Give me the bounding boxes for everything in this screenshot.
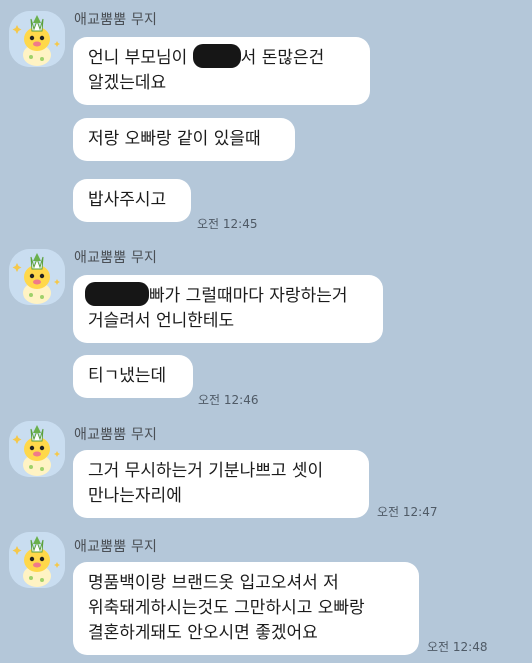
sender-name: 애교뿜뿜 무지 <box>74 12 158 28</box>
message-bubble[interactable]: 그거 무시하는거 기분나쁘고 셋이 만나는자리에 <box>73 450 369 518</box>
message-text: 밥사주시고 <box>88 190 167 210</box>
message-line: 알겠는데요 <box>88 73 167 93</box>
redacted-block <box>192 44 241 68</box>
message-bubble[interactable]: 저랑 오빠랑 같이 있을때 <box>73 118 295 161</box>
muzi-avatar-icon <box>9 532 65 588</box>
message-bubble[interactable]: 빠가 그럴때마다 자랑하는거 거슬려서 언니한테도 <box>73 275 383 343</box>
message-line: 언니 부모님이 서 돈많은건 <box>88 44 354 71</box>
message-timestamp: 오전 12:47 <box>377 505 438 519</box>
sender-name: 애교뿜뿜 무지 <box>74 427 158 443</box>
muzi-avatar-icon <box>9 249 65 305</box>
message-text: 티ㄱ냈는데 <box>88 366 167 386</box>
avatar[interactable] <box>9 532 65 588</box>
avatar[interactable] <box>9 249 65 305</box>
message-timestamp: 오전 12:48 <box>427 640 488 654</box>
message-line: 결혼하게돼도 안오시면 좋겠어요 <box>88 623 318 643</box>
avatar[interactable] <box>9 11 65 67</box>
sender-name: 애교뿜뿜 무지 <box>74 250 158 266</box>
sender-name: 애교뿜뿜 무지 <box>74 539 158 555</box>
message-text: 빠가 그럴때마다 자랑하는거 <box>149 286 348 306</box>
muzi-avatar-icon <box>9 421 65 477</box>
message-bubble[interactable]: 티ㄱ냈는데 <box>73 355 193 398</box>
message-bubble[interactable]: 밥사주시고 <box>73 179 191 222</box>
message-text: 언니 부모님이 <box>88 48 193 68</box>
muzi-avatar-icon <box>9 11 65 67</box>
message-line: 위축돼게하시는것도 그만하시고 오빠랑 <box>88 598 365 618</box>
message-line: 명품백이랑 브랜드옷 입고오셔서 저 <box>88 573 339 593</box>
message-text: 서 돈많은건 <box>240 48 325 68</box>
message-line: 만나는자리에 <box>88 486 182 506</box>
message-timestamp: 오전 12:45 <box>197 217 258 231</box>
message-line: 그거 무시하는거 기분나쁘고 셋이 <box>88 461 324 481</box>
message-bubble[interactable]: 명품백이랑 브랜드옷 입고오셔서 저 위축돼게하시는것도 그만하시고 오빠랑 결… <box>73 562 419 655</box>
message-bubble[interactable]: 언니 부모님이 서 돈많은건 알겠는데요 <box>73 37 370 105</box>
redacted-block <box>85 282 149 306</box>
message-text: 저랑 오빠랑 같이 있을때 <box>88 129 261 149</box>
message-line: 거슬려서 언니한테도 <box>88 311 235 331</box>
message-line: 빠가 그럴때마다 자랑하는거 <box>85 282 367 309</box>
message-timestamp: 오전 12:46 <box>198 393 259 407</box>
avatar[interactable] <box>9 421 65 477</box>
